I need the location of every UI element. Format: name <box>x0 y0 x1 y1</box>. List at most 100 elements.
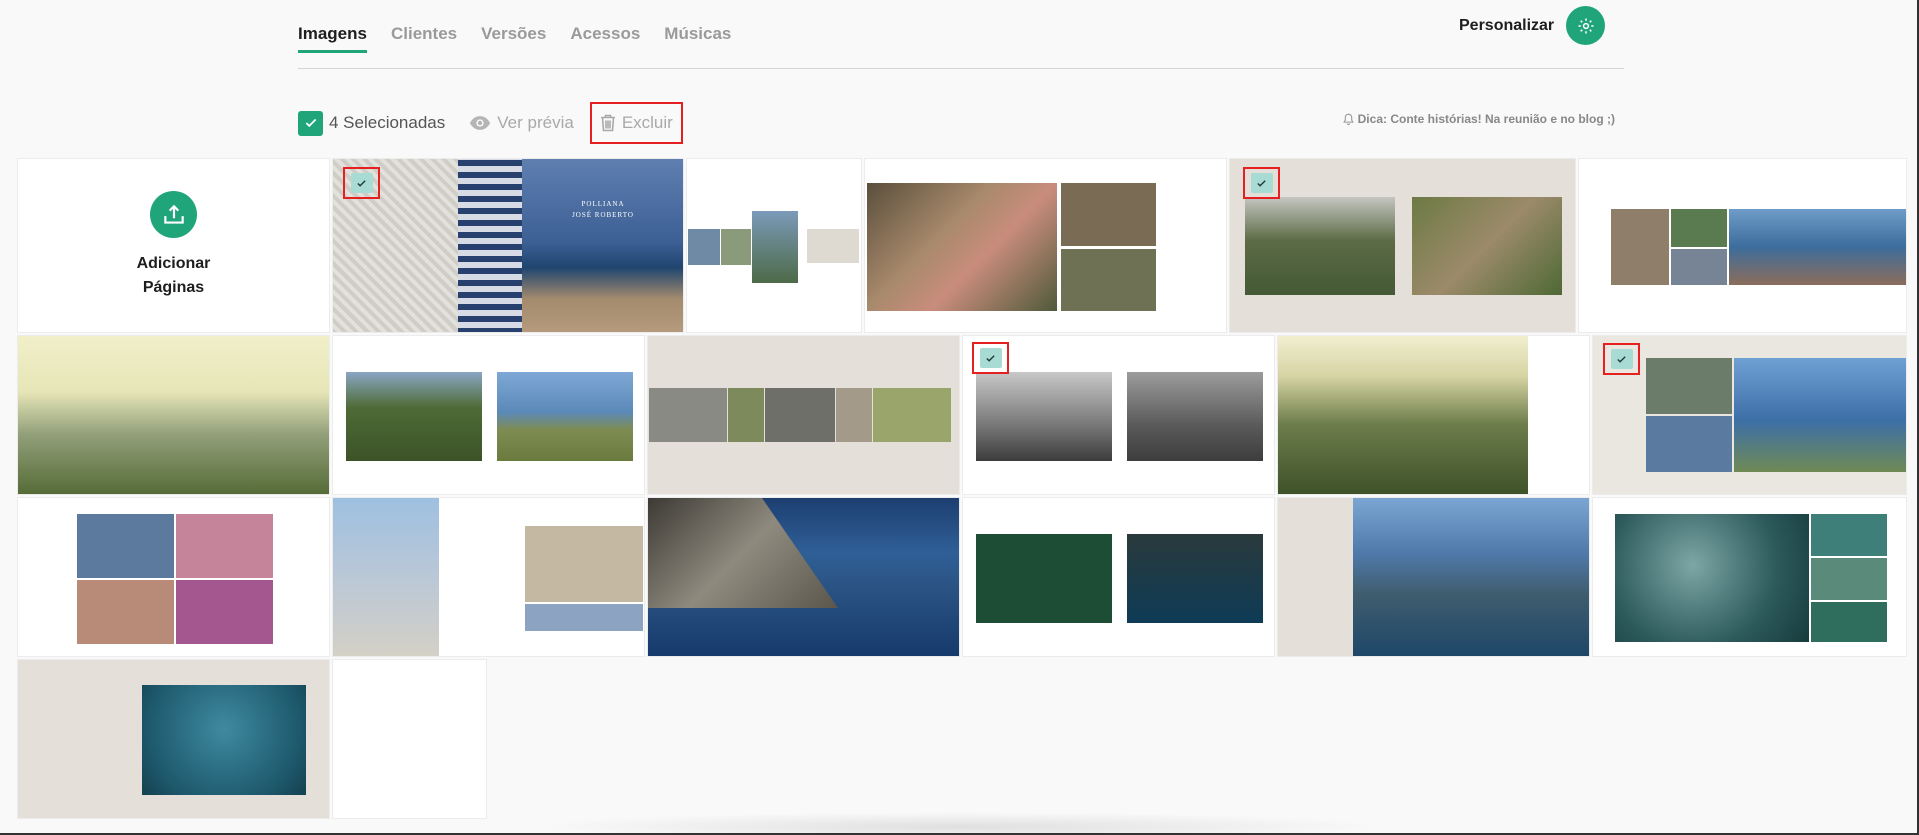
page-selected-checkbox[interactable] <box>343 167 380 199</box>
page-photo <box>765 388 835 442</box>
page-photo <box>976 534 1112 623</box>
tab-acessos[interactable]: Acessos <box>570 24 640 53</box>
page-photo <box>836 388 872 442</box>
album-page-11[interactable] <box>1592 335 1907 495</box>
personalize-label[interactable]: Personalizar <box>1459 17 1554 35</box>
page-photo <box>176 514 273 578</box>
page-photo <box>1061 249 1156 311</box>
page-photo <box>721 229 751 265</box>
selection-toolbar: 4 Selecionadas Ver prévia Excluir <box>298 102 683 144</box>
main-tabs: Imagens Clientes Versões Acessos Músicas <box>298 24 731 53</box>
album-page-13[interactable] <box>332 497 645 657</box>
page-photo <box>752 211 798 283</box>
page-photo <box>1671 209 1727 247</box>
page-photo <box>1734 358 1906 472</box>
page-photo <box>873 388 951 442</box>
tip-label: Dica: Conte histórias! Na reunião e no b… <box>1357 112 1615 126</box>
delete-label: Excluir <box>621 113 673 132</box>
album-page-17[interactable] <box>1592 497 1907 657</box>
select-all-checkbox[interactable] <box>298 110 323 136</box>
page-photo <box>649 388 727 442</box>
album-page-4[interactable] <box>1229 158 1576 333</box>
personalize-control: Personalizar <box>1459 6 1606 45</box>
album-page-12[interactable] <box>17 497 330 657</box>
page-photo <box>1353 498 1589 656</box>
page-photo <box>333 498 439 656</box>
title-page-name-1: POLLIANA <box>581 200 625 208</box>
page-photo <box>77 514 174 578</box>
tab-imagens[interactable]: Imagens <box>298 24 367 53</box>
page-photo <box>1646 358 1732 414</box>
preview-label: Ver prévia <box>497 113 574 132</box>
album-page-3[interactable] <box>864 158 1227 333</box>
page-photo <box>648 498 838 608</box>
album-page-9[interactable] <box>962 335 1275 495</box>
album-page-2[interactable] <box>686 158 862 333</box>
page-photo <box>1615 514 1809 642</box>
page-photo <box>688 229 720 265</box>
page-photo <box>346 372 482 461</box>
page-photo <box>1127 372 1263 461</box>
page-selected-checkbox[interactable] <box>972 342 1009 374</box>
album-page-14[interactable] <box>647 497 960 657</box>
page-photo <box>1811 514 1887 556</box>
gear-icon <box>1578 18 1594 33</box>
page-photo <box>525 604 643 631</box>
page-photo <box>525 526 643 602</box>
title-page-name-2: JOSÉ ROBERTO <box>572 211 634 219</box>
personalize-button[interactable] <box>1566 6 1606 45</box>
album-page-6[interactable] <box>17 335 330 495</box>
bell-icon <box>1342 113 1354 125</box>
page-photo <box>77 580 174 644</box>
check-icon <box>986 354 995 362</box>
page-photo <box>867 183 1057 311</box>
page-photo <box>1245 197 1395 295</box>
upload-icon <box>150 191 197 238</box>
page-photo <box>497 372 633 461</box>
delete-button[interactable]: Excluir <box>589 102 683 144</box>
tab-clientes[interactable]: Clientes <box>391 24 457 53</box>
page-photo <box>1811 602 1887 642</box>
page-photo <box>1061 183 1156 246</box>
album-page-16[interactable] <box>1277 497 1590 657</box>
page-photo <box>728 388 764 442</box>
page-photo <box>176 580 273 644</box>
bottom-shadow <box>530 812 1390 835</box>
selected-count: 4 Selecionadas <box>329 113 446 132</box>
album-page-8[interactable] <box>647 335 960 495</box>
eye-icon <box>470 116 491 130</box>
album-page-19[interactable] <box>332 659 487 819</box>
tab-versoes[interactable]: Versões <box>481 24 546 53</box>
page-selected-checkbox[interactable] <box>1603 343 1640 375</box>
album-page-1[interactable]: POLLIANA JOSÉ ROBERTO <box>332 158 684 333</box>
tip-text: Dica: Conte histórias! Na reunião e no b… <box>1342 112 1615 126</box>
page-photo <box>976 372 1112 461</box>
page-photo <box>1611 209 1669 285</box>
add-pages-label-line2: Páginas <box>142 279 205 296</box>
page-photo <box>458 159 522 332</box>
check-icon <box>1617 355 1626 363</box>
album-page-18[interactable] <box>17 659 330 819</box>
album-page-7[interactable] <box>332 335 645 495</box>
album-page-15[interactable] <box>962 497 1275 657</box>
page-photo <box>1671 249 1727 285</box>
page-photo <box>1278 336 1528 494</box>
page-photo <box>1127 534 1263 623</box>
page-photo <box>522 159 683 332</box>
page-selected-checkbox[interactable] <box>1243 167 1280 199</box>
check-icon <box>305 118 316 128</box>
album-page-5[interactable] <box>1578 158 1907 333</box>
preview-button[interactable]: Ver prévia <box>469 113 574 133</box>
add-pages-button[interactable]: Adicionar Páginas <box>17 158 330 333</box>
page-photo <box>1412 197 1562 295</box>
trash-icon <box>600 114 615 132</box>
page-photo <box>807 229 859 263</box>
header-divider <box>298 68 1624 69</box>
page-photo <box>142 685 306 795</box>
page-photo <box>1729 209 1906 285</box>
check-icon <box>1257 179 1266 187</box>
tab-musicas[interactable]: Músicas <box>664 24 731 53</box>
page-photo <box>1811 558 1887 600</box>
album-page-10[interactable] <box>1277 335 1590 495</box>
check-icon <box>357 179 366 187</box>
